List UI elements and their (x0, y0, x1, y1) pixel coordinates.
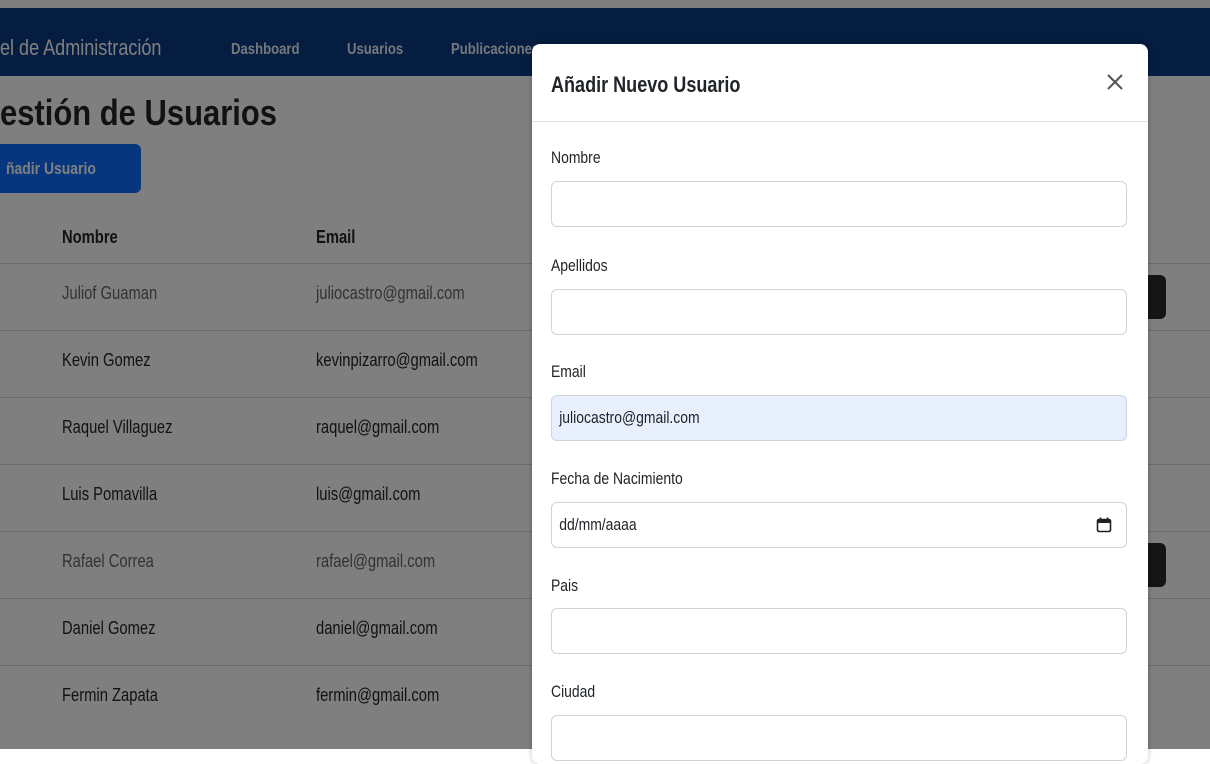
modal-title: Añadir Nuevo Usuario (551, 72, 741, 97)
birthdate-placeholder: dd/mm/aaaa (559, 515, 637, 534)
add-user-modal: Añadir Nuevo Usuario Nombre Apellidos Em… (532, 44, 1148, 764)
field-label-email: Email (551, 362, 586, 381)
ciudad-input[interactable] (551, 715, 1127, 761)
pais-input[interactable] (551, 608, 1127, 654)
apellidos-input[interactable] (551, 289, 1127, 335)
email-value: juliocastro@gmail.com (559, 408, 700, 427)
field-label-apellidos: Apellidos (551, 256, 608, 275)
birthdate-field[interactable] (551, 502, 1127, 548)
field-label-pais: Pais (551, 576, 579, 595)
field-label-ciudad: Ciudad (551, 682, 596, 701)
field-label-fecha: Fecha de Nacimiento (551, 469, 683, 488)
nombre-input[interactable] (551, 181, 1127, 227)
calendar-icon[interactable] (1096, 517, 1112, 533)
close-button[interactable] (1101, 68, 1129, 96)
close-icon (1107, 74, 1123, 90)
field-label-nombre: Nombre (551, 148, 601, 167)
modal-header: Añadir Nuevo Usuario (532, 44, 1148, 122)
